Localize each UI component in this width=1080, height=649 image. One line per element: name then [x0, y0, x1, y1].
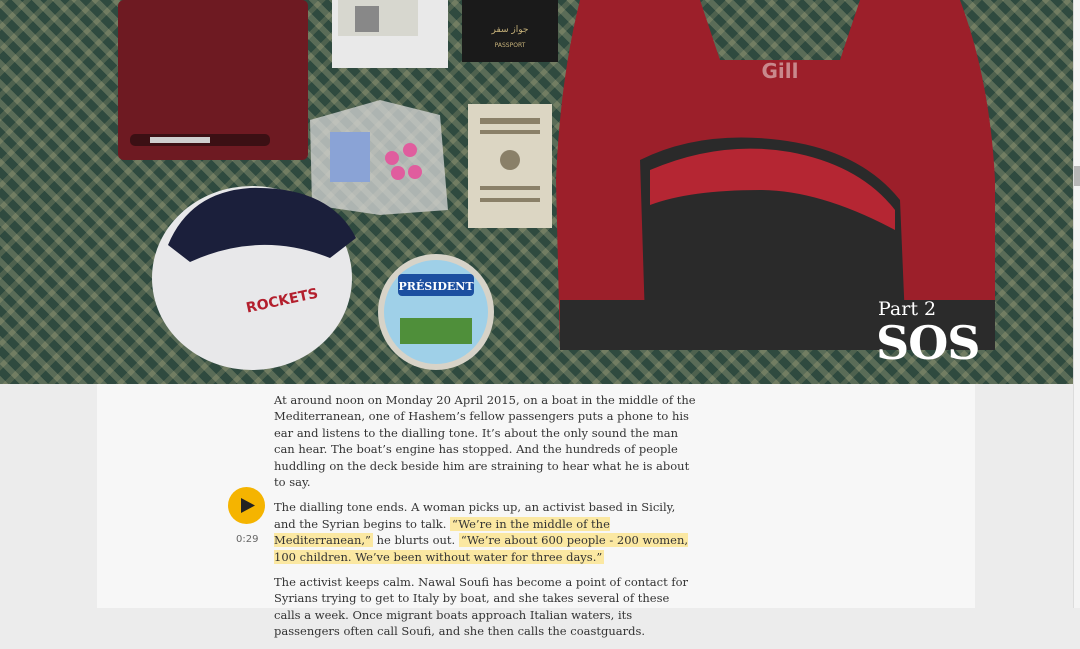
paragraph-2-middle: he blurts out. — [376, 533, 456, 548]
hero-image: جواز سفر PASSPORT ROCKETS PRÉSIDENT Gill… — [0, 0, 1073, 384]
passport-label: PASSPORT — [495, 42, 526, 49]
play-icon — [241, 498, 255, 513]
audio-play-button[interactable] — [228, 487, 265, 524]
cheese-brand: PRÉSIDENT — [398, 279, 474, 293]
paragraph-3: The activist keeps calm. Nawal Soufi has… — [274, 575, 689, 639]
scrollbar-track[interactable] — [1073, 0, 1080, 608]
paragraph-2: The dialling tone ends. A woman picks up… — [274, 499, 698, 565]
part-title: SOS — [876, 316, 981, 370]
audio-time: 0:29 — [236, 534, 259, 545]
passport-arabic: جواز سفر — [491, 25, 529, 35]
scrollbar-thumb[interactable] — [1074, 166, 1080, 186]
article-body: At around noon on Monday 20 April 2015, … — [274, 392, 698, 649]
jacket-brand: Gill — [762, 59, 799, 83]
paragraph-1: At around noon on Monday 20 April 2015, … — [274, 393, 696, 490]
